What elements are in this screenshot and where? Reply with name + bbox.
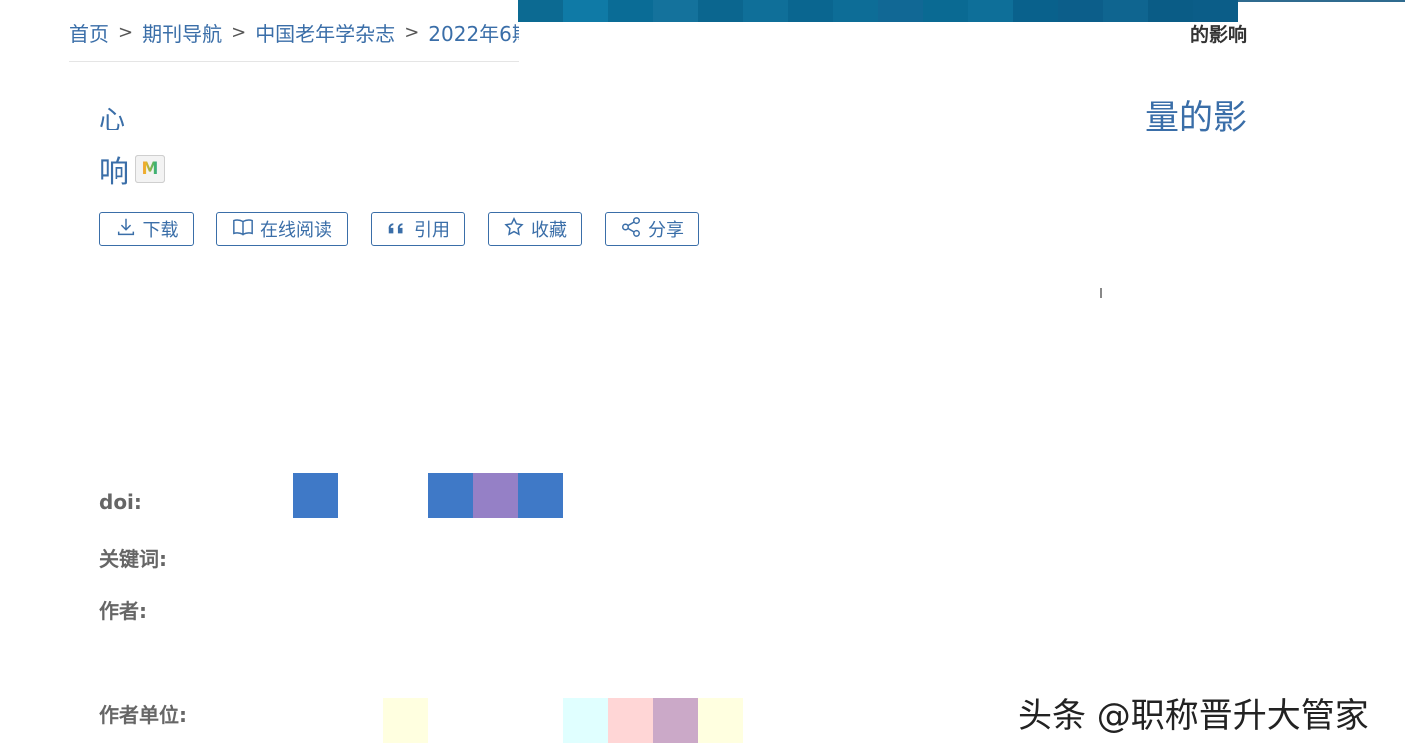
download-button[interactable]: 下载	[99, 212, 194, 246]
banner-stripe	[698, 0, 743, 22]
keywords-label: 关键词:	[99, 547, 167, 571]
banner-stripe	[1103, 0, 1148, 22]
banner-stripe	[1013, 0, 1058, 22]
share-label: 分享	[648, 220, 684, 241]
banner-stripe	[518, 0, 563, 22]
banner-stripe	[968, 0, 1013, 22]
share-icon	[620, 216, 642, 243]
abstract-strip	[99, 286, 1099, 294]
banner-stripe	[1148, 0, 1193, 22]
breadcrumb-separator: >	[404, 21, 420, 43]
breadcrumb: 首页 > 期刊导航 > 中国老年学杂志 > 2022年6期	[69, 14, 519, 50]
article-tag: 的影响	[1190, 24, 1248, 46]
read-online-label: 在线阅读	[260, 220, 332, 241]
breadcrumb-home[interactable]: 首页	[69, 18, 109, 47]
banner-stripe	[608, 0, 653, 22]
banner-stripe	[743, 0, 788, 22]
top-banner	[518, 0, 1238, 22]
redaction-block	[293, 473, 338, 518]
breadcrumb-separator: >	[231, 21, 247, 43]
redaction-block	[383, 698, 428, 743]
download-label: 下载	[142, 220, 179, 241]
cite-label: 引用	[414, 220, 450, 241]
read-online-button[interactable]: 在线阅读	[216, 212, 348, 246]
share-button[interactable]: 分享	[605, 212, 699, 246]
article-title-fragment: 量的影	[1145, 98, 1247, 138]
article-title-line1: 心	[99, 106, 126, 130]
banner-stripe	[923, 0, 968, 22]
top-divider	[1238, 0, 1405, 2]
banner-stripe	[563, 0, 608, 22]
redaction-block	[473, 473, 518, 518]
banner-stripe	[788, 0, 833, 22]
banner-stripe	[833, 0, 878, 22]
doi-label: doi:	[99, 490, 142, 514]
download-icon	[115, 216, 137, 243]
scroll-mark	[1100, 288, 1102, 298]
favorite-label: 收藏	[531, 220, 567, 241]
favorite-button[interactable]: 收藏	[488, 212, 582, 246]
redaction-block	[518, 473, 563, 518]
book-icon	[232, 216, 254, 243]
redaction-block	[563, 698, 608, 743]
banner-stripe	[1058, 0, 1103, 22]
redaction-block	[698, 698, 743, 743]
breadcrumb-journal[interactable]: 中国老年学杂志	[255, 18, 395, 47]
authors-label: 作者:	[99, 599, 147, 623]
banner-stripe	[653, 0, 698, 22]
breadcrumb-journal-nav[interactable]: 期刊导航	[142, 18, 222, 47]
redaction-block	[608, 698, 653, 743]
breadcrumb-issue[interactable]: 2022年6期	[428, 18, 519, 47]
quote-icon	[386, 216, 408, 243]
breadcrumb-separator: >	[118, 21, 134, 43]
breadcrumb-divider	[69, 61, 519, 62]
redaction-block	[428, 473, 473, 518]
article-title-line2: 响	[99, 155, 129, 190]
star-icon	[503, 216, 525, 243]
cite-button[interactable]: 引用	[371, 212, 465, 246]
banner-stripe	[1193, 0, 1238, 22]
redaction-block	[653, 698, 698, 743]
banner-stripe	[878, 0, 923, 22]
mendeley-icon[interactable]: M	[135, 155, 165, 183]
watermark: 头条 @职称晋升大管家	[1018, 696, 1369, 736]
affiliation-label: 作者单位:	[99, 703, 187, 727]
